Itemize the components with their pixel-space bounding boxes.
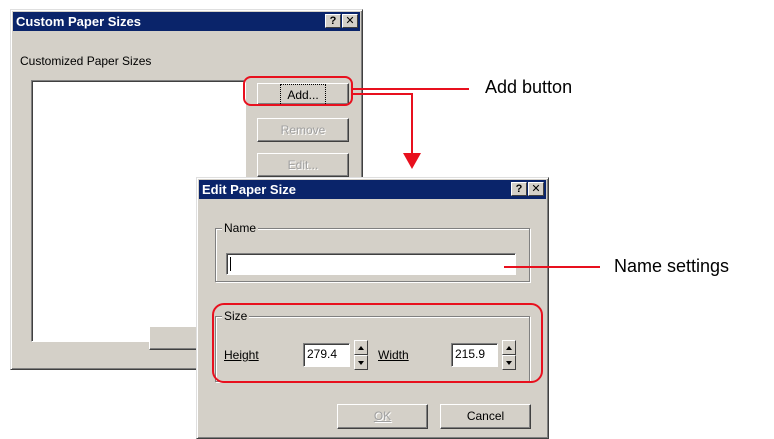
- edit-button-label: Edit...: [287, 158, 319, 172]
- cancel-button[interactable]: Cancel: [440, 404, 531, 429]
- add-callout-line: [353, 88, 469, 90]
- custom-paper-sizes-title: Custom Paper Sizes: [16, 14, 141, 29]
- name-settings-callout: Name settings: [614, 256, 730, 276]
- text-cursor: [230, 257, 231, 271]
- add-button-highlight: [243, 76, 353, 106]
- add-button-callout: Add button: [485, 77, 573, 97]
- help-icon[interactable]: ?: [325, 14, 341, 28]
- remove-button-label: Remove: [280, 123, 326, 137]
- name-group-title: Name: [222, 221, 259, 235]
- customized-paper-sizes-label: Customized Paper Sizes: [20, 54, 152, 68]
- edit-button[interactable]: Edit...: [257, 153, 349, 177]
- arrow-line: [411, 93, 413, 153]
- name-callout-line: [504, 266, 600, 268]
- ok-button[interactable]: OK: [337, 404, 428, 429]
- custom-paper-sizes-titlebar[interactable]: Custom Paper Sizes ? ✕: [13, 12, 360, 31]
- name-input[interactable]: [226, 253, 516, 275]
- cancel-button-label: Cancel: [466, 409, 505, 423]
- size-group-highlight: [212, 303, 543, 383]
- close-icon[interactable]: ✕: [342, 14, 358, 28]
- edit-paper-size-title: Edit Paper Size: [202, 182, 296, 197]
- ok-button-label: OK: [373, 409, 392, 423]
- remove-button[interactable]: Remove: [257, 118, 349, 142]
- edit-paper-size-titlebar[interactable]: Edit Paper Size ? ✕: [199, 180, 546, 199]
- add-callout-line-2: [353, 93, 413, 95]
- close-icon[interactable]: ✕: [528, 182, 544, 196]
- name-group: Name: [215, 221, 530, 282]
- help-icon[interactable]: ?: [511, 182, 527, 196]
- arrow-head-icon: [403, 153, 421, 169]
